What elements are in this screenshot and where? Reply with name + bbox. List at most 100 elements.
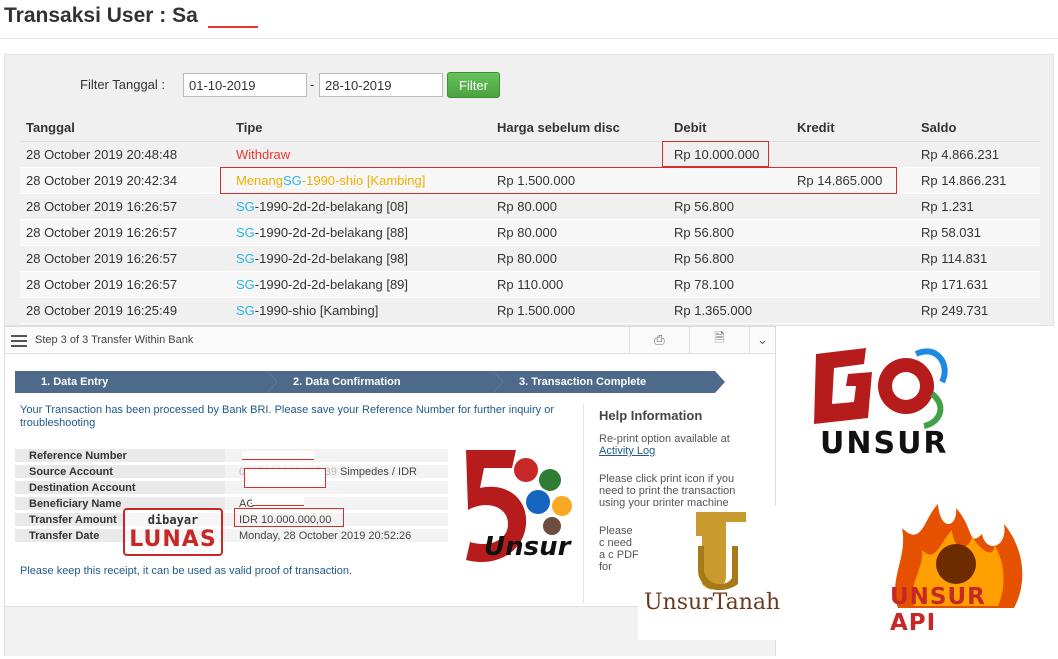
cell-kredit	[791, 219, 915, 246]
title-rule	[0, 38, 1058, 39]
redaction-beneficiary	[252, 496, 304, 506]
title-redaction	[208, 8, 258, 28]
col-tipe: Tipe	[230, 115, 491, 142]
cell-tipe: SG-1990-2d-2d-belakang [98]	[230, 245, 491, 272]
table-row: 28 October 2019 16:26:57 SG-1990-2d-2d-be…	[20, 219, 1040, 246]
step-transaction-complete: 3. Transaction Complete	[493, 371, 725, 393]
cell-debit	[668, 167, 791, 194]
cell-harga: Rp 1.500.000	[491, 167, 668, 194]
cell-kredit	[791, 271, 915, 298]
unsur-api-text: UNSUR API	[890, 584, 986, 636]
tipe-market: SG	[236, 276, 255, 292]
cell-saldo: Rp 171.631	[915, 271, 1040, 298]
cell-tanggal: 28 October 2019 16:26:57	[20, 245, 230, 272]
table-row: 28 October 2019 16:26:57 SG-1990-2d-2d-be…	[20, 193, 1040, 220]
bank-toolbar: Step 3 of 3 Transfer Within Bank ⎙ 🗎 ⌄	[5, 327, 775, 354]
help-reprint-label: Re-print option available at	[599, 433, 730, 445]
stamp-small-text: dibayar	[147, 512, 199, 527]
cell-saldo: Rp 114.831	[915, 245, 1040, 272]
go-unsur-emblem	[814, 348, 948, 429]
col-kredit: Kredit	[791, 115, 915, 142]
activity-log-link[interactable]: Activity Log	[599, 445, 655, 457]
cell-debit: Rp 1.365.000	[668, 297, 791, 324]
cell-tipe: Withdraw	[230, 141, 491, 168]
filter-button[interactable]: Filter	[447, 72, 500, 98]
cell-kredit	[791, 141, 915, 168]
cell-harga: Rp 110.000	[491, 271, 668, 298]
cell-saldo: Rp 1.231	[915, 193, 1040, 220]
cell-harga	[491, 141, 668, 168]
unsur-api-logo: UNSUR API	[878, 498, 1034, 636]
tipe-prefix: Menang	[236, 172, 283, 188]
detail-value: IDR 10.000.000,00	[225, 513, 448, 526]
table-row: 28 October 2019 16:25:49 SG-1990-shio [Ka…	[20, 297, 1040, 324]
cell-harga: Rp 80.000	[491, 193, 668, 220]
table-row: 28 October 2019 20:48:48 Withdraw Rp 10.00…	[20, 141, 1040, 168]
print-icon[interactable]: ⎙	[629, 327, 689, 353]
tipe-bet: -1990-shio [Kambing]	[254, 302, 379, 318]
transaction-panel: Filter Tanggal : - Filter Tanggal Tipe H…	[4, 54, 1054, 326]
chevron-down-icon[interactable]: ⌄	[749, 327, 775, 353]
cell-tanggal: 28 October 2019 16:26:57	[20, 193, 230, 220]
unsur-tanah-card: UnsurTanah	[638, 506, 798, 640]
cell-tipe: SG-1990-2d-2d-belakang [88]	[230, 219, 491, 246]
cell-kredit: Rp 14.865.000	[791, 167, 915, 194]
cell-tipe: SG-1990-shio [Kambing]	[230, 297, 491, 324]
menu-icon[interactable]	[11, 335, 27, 347]
pdf-icon[interactable]: 🗎	[689, 327, 749, 353]
tipe-market: SG	[282, 172, 302, 188]
help-divider	[583, 403, 584, 603]
tipe-bet: -1990-2d-2d-belakang [98]	[254, 250, 409, 266]
tipe-market: SG	[236, 198, 255, 214]
date-from-input[interactable]	[183, 73, 307, 97]
help-title: Help Information	[599, 408, 703, 423]
step-data-entry: 1. Data Entry	[15, 371, 277, 393]
tipe-market: SG	[236, 302, 255, 318]
redaction-destination	[244, 468, 326, 488]
cell-tipe: MenangSG-1990-shio [Kambing]	[230, 167, 491, 194]
date-to-input[interactable]	[319, 73, 443, 97]
detail-label: Reference Number	[15, 449, 225, 462]
cell-tipe: SG-1990-2d-2d-belakang [08]	[230, 193, 491, 220]
detail-row: Source Account0265010061 405 39 Simpedes…	[15, 465, 448, 478]
tipe-prefix: Withdraw	[236, 146, 291, 162]
cell-debit: Rp 10.000.000	[668, 141, 791, 168]
paid-stamp: dibayar LUNAS	[123, 508, 223, 556]
redaction-reference	[242, 451, 314, 460]
help-text-reprint: Re-print option available at Activity Lo…	[599, 433, 749, 457]
five-unsur-logo: Unsur	[446, 440, 578, 570]
bank-message: Your Transaction has been processed by B…	[20, 404, 554, 429]
col-harga: Harga sebelum disc	[491, 115, 668, 142]
cell-tanggal: 28 October 2019 16:25:49	[20, 297, 230, 324]
cell-debit: Rp 78.100	[668, 271, 791, 298]
tipe-bet: -1990-2d-2d-belakang [89]	[254, 276, 409, 292]
tipe-bet: -1990-2d-2d-belakang [88]	[254, 224, 409, 240]
five-unsur-text: Unsur	[484, 532, 571, 562]
col-tanggal: Tanggal	[20, 115, 230, 142]
table-row: 28 October 2019 20:42:34 MenangSG-1990-sh…	[20, 167, 1040, 194]
bank-step-title: Step 3 of 3 Transfer Within Bank	[35, 334, 194, 346]
help-text-print: Please click print icon if you need to p…	[599, 473, 736, 509]
cell-saldo: Rp 4.866.231	[915, 141, 1040, 168]
tipe-bet: -1990-2d-2d-belakang [08]	[254, 198, 409, 214]
transfer-details: Reference Number Source Account026501006…	[15, 446, 448, 545]
go-unsur-logo: UNSUR	[806, 334, 956, 464]
cell-tanggal: 28 October 2019 16:26:57	[20, 271, 230, 298]
table-row: 28 October 2019 16:26:57 SG-1990-2d-2d-be…	[20, 245, 1040, 272]
detail-row: Reference Number	[15, 449, 448, 462]
cell-harga: Rp 1.500.000	[491, 297, 668, 324]
unsur-tanah-text: UnsurTanah	[644, 590, 781, 615]
detail-label: Source Account	[15, 465, 225, 478]
transaction-table: Tanggal Tipe Harga sebelum disc Debit Kr…	[20, 115, 1040, 324]
cell-debit: Rp 56.800	[668, 245, 791, 272]
col-debit: Debit	[668, 115, 791, 142]
cell-tanggal: 28 October 2019 20:48:48	[20, 141, 230, 168]
help-text-pdf: Please c need a c PDF for	[599, 525, 639, 573]
cell-harga: Rp 80.000	[491, 245, 668, 272]
cell-kredit	[791, 245, 915, 272]
col-saldo: Saldo	[915, 115, 1040, 142]
cell-saldo: Rp 14.866.231	[915, 167, 1040, 194]
cell-tanggal: 28 October 2019 20:42:34	[20, 167, 230, 194]
date-separator: -	[310, 77, 315, 92]
table-row: 28 October 2019 16:26:57 SG-1990-2d-2d-be…	[20, 271, 1040, 298]
